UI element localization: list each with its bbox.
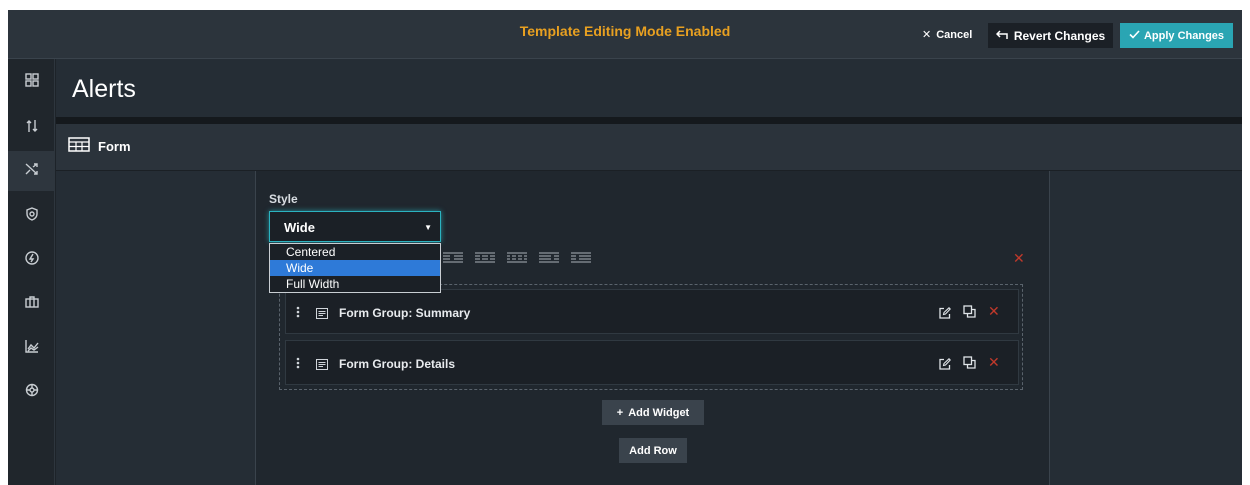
check-icon	[1129, 29, 1140, 42]
shuffle-icon	[25, 162, 39, 181]
revert-label: Revert Changes	[1013, 28, 1106, 43]
form-group-label: Form Group: Summary	[339, 306, 471, 320]
sidebar-item-chart[interactable]	[8, 328, 55, 368]
form-group-summary: Form Group: Summary ✕	[285, 289, 1019, 334]
revert-changes-button[interactable]: Revert Changes	[988, 23, 1113, 48]
caret-down-icon: ▼	[424, 223, 432, 232]
form-header: Form	[56, 124, 1242, 171]
add-widget-label: Add Widget	[628, 406, 690, 419]
briefcase-icon	[24, 295, 39, 314]
main-content: Alerts Form Style Wide ▼ Centered Wide F…	[56, 59, 1242, 485]
lightning-icon	[24, 250, 39, 270]
shield-icon	[25, 206, 39, 226]
settings-icon	[25, 383, 39, 402]
style-label: Style	[269, 192, 298, 206]
column-layout-options	[442, 250, 592, 268]
sort-icon	[25, 119, 39, 138]
add-row-button[interactable]: Add Row	[619, 438, 687, 463]
close-icon: ✕	[922, 29, 932, 41]
delete-icon[interactable]: ✕	[988, 354, 1000, 371]
style-dropdown-menu: Centered Wide Full Width	[269, 243, 441, 293]
plus-icon: +	[616, 406, 624, 419]
style-option-centered[interactable]: Centered	[270, 244, 440, 260]
form-group-label: Form Group: Details	[339, 357, 456, 371]
chart-icon	[24, 339, 39, 358]
form-group-icon	[316, 357, 328, 375]
layout-four-column-icon[interactable]	[506, 250, 528, 268]
style-option-full-width[interactable]: Full Width	[270, 276, 440, 292]
page-title: Alerts	[72, 75, 136, 103]
dashboard-icon	[24, 72, 39, 92]
add-widget-button[interactable]: + Add Widget	[602, 400, 704, 425]
apply-changes-button[interactable]: Apply Changes	[1120, 23, 1233, 48]
sidebar-item-dashboard[interactable]	[8, 62, 55, 102]
drag-handle-icon[interactable]	[296, 305, 300, 323]
apply-label: Apply Changes	[1143, 29, 1225, 42]
revert-icon	[995, 29, 1009, 43]
edit-icon[interactable]	[939, 306, 951, 324]
form-row: Form Group: Summary ✕ Form Group: Detail…	[279, 284, 1023, 390]
edit-icon[interactable]	[939, 357, 951, 375]
sidebar-item-shuffle[interactable]	[8, 151, 55, 191]
sidebar-item-sort[interactable]	[8, 108, 55, 148]
layout-three-column-icon[interactable]	[474, 250, 496, 268]
sidebar-item-briefcase[interactable]	[8, 284, 55, 324]
form-group-details: Form Group: Details ✕	[285, 340, 1019, 385]
form-header-label: Form	[98, 139, 131, 154]
sidebar-item-shield[interactable]	[8, 196, 55, 236]
layout-left-wide-icon[interactable]	[538, 250, 560, 268]
duplicate-icon[interactable]	[963, 356, 976, 374]
sidebar-item-settings[interactable]	[8, 372, 55, 412]
cancel-label: Cancel	[936, 28, 973, 41]
form-group-icon	[316, 306, 328, 324]
duplicate-icon[interactable]	[963, 305, 976, 323]
delete-row-icon[interactable]: ✕	[1013, 250, 1025, 267]
app-window: Template Editing Mode Enabled ✕ Cancel R…	[8, 10, 1242, 485]
top-bar: Template Editing Mode Enabled ✕ Cancel R…	[8, 10, 1242, 59]
style-select[interactable]: Wide ▼	[269, 211, 441, 242]
sidebar-item-lightning[interactable]	[8, 240, 55, 280]
layout-right-wide-icon[interactable]	[570, 250, 592, 268]
form-editor-panel: Style Wide ▼ Centered Wide Full Width ✕	[255, 171, 1050, 485]
style-select-value: Wide	[284, 220, 315, 235]
drag-handle-icon[interactable]	[296, 356, 300, 374]
add-row-label: Add Row	[629, 444, 677, 457]
style-option-wide[interactable]: Wide	[270, 260, 440, 276]
title-divider	[56, 117, 1242, 124]
table-icon	[68, 137, 90, 157]
layout-two-column-icon[interactable]	[442, 250, 464, 268]
cancel-button[interactable]: ✕ Cancel	[922, 28, 973, 42]
delete-icon[interactable]: ✕	[988, 303, 1000, 320]
sidebar	[8, 59, 55, 485]
